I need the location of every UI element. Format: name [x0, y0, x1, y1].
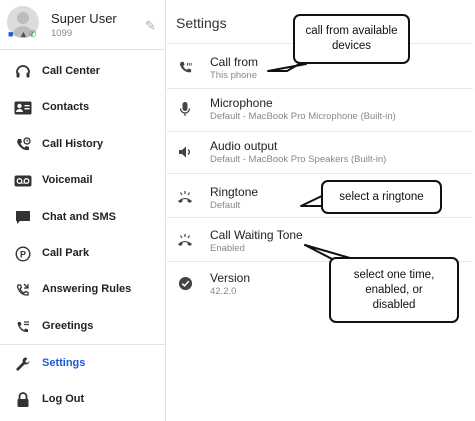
setting-title: Audio output — [210, 139, 278, 153]
phone-icon — [176, 58, 194, 76]
setting-title: Microphone — [210, 96, 273, 110]
setting-title: Version — [210, 271, 251, 285]
sidebar-divider — [0, 344, 166, 345]
sidebar-item-label: Settings — [42, 357, 86, 369]
pencil-icon[interactable]: ✎ — [145, 19, 156, 32]
setting-value: Default - MacBook Pro Microphone (Built-… — [210, 111, 396, 122]
callout-call-from: call from available devices — [293, 14, 410, 64]
sidebar-item-call-center[interactable]: Call Center — [0, 54, 166, 90]
sidebar-item-log-out[interactable]: Log Out — [0, 382, 166, 418]
sidebar-item-label: Voicemail — [42, 174, 93, 187]
setting-call-waiting-tone[interactable]: Call Waiting Tone Enabled — [167, 218, 473, 262]
user-status-icon: ▲ — [19, 29, 28, 39]
callout-waiting-tone: select one time, enabled, or disabled — [329, 257, 459, 323]
svg-text:P: P — [20, 249, 26, 259]
parking-icon: P — [14, 245, 32, 263]
sidebar-item-chat-sms[interactable]: Chat and SMS — [0, 200, 166, 236]
sidebar-item-label: Answering Rules — [42, 283, 132, 296]
setting-value: 42.2.0 — [210, 286, 237, 297]
sidebar-item-label: Log Out — [42, 393, 85, 406]
sidebar-nav: Call Center Contacts Call History Voicem… — [0, 54, 166, 345]
sidebar-item-contacts[interactable]: Contacts — [0, 90, 166, 126]
speaker-icon — [176, 143, 194, 161]
chat-icon — [14, 209, 32, 227]
sidebar-item-call-park[interactable]: P Call Park — [0, 236, 166, 272]
ringing-phone-icon — [176, 188, 194, 206]
setting-microphone[interactable]: Microphone Default - MacBook Pro Microph… — [167, 89, 473, 132]
callout-ringtone: select a ringtone — [321, 180, 442, 214]
presence-icons: ■ ▲ ✆ — [8, 28, 40, 40]
sidebar-item-label: Call History — [42, 137, 104, 150]
microphone-icon — [176, 100, 194, 118]
sidebar-item-greetings[interactable]: Greetings — [0, 309, 166, 345]
setting-value: Enabled — [210, 243, 245, 254]
profile-name: Super User — [51, 11, 117, 26]
user-profile[interactable]: ■ ▲ ✆ Super User 1099 ✎ — [0, 0, 166, 50]
sidebar-item-answering-rules[interactable]: Answering Rules — [0, 272, 166, 308]
greetings-icon — [14, 318, 32, 336]
profile-extension: 1099 — [51, 28, 73, 39]
setting-title: Call Waiting Tone — [210, 228, 303, 242]
sidebar-item-label: Contacts — [42, 101, 90, 114]
setting-title: Call from — [210, 55, 259, 69]
sidebar-nav-bottom: Settings Log Out — [0, 346, 166, 419]
setting-title: Ringtone — [210, 185, 259, 199]
voicemail-icon — [14, 172, 32, 190]
call-history-icon — [14, 136, 32, 154]
check-circle-icon — [176, 274, 194, 292]
headset-icon — [14, 63, 32, 81]
sidebar-item-label: Chat and SMS — [42, 210, 116, 223]
setting-value: Default — [210, 200, 241, 211]
setting-audio-output[interactable]: Audio output Default - MacBook Pro Speak… — [167, 132, 473, 174]
sidebar-item-label: Call Park — [42, 246, 90, 259]
contact-card-icon — [14, 99, 32, 117]
sidebar-item-label: Greetings — [42, 319, 94, 332]
phone-status-icon: ✆ — [29, 29, 37, 39]
lock-icon — [14, 391, 32, 409]
sidebar-item-label: Call Center — [42, 65, 101, 77]
answering-rules-icon — [14, 281, 32, 299]
page-title: Settings — [176, 15, 227, 31]
sidebar-item-call-history[interactable]: Call History — [0, 127, 166, 163]
setting-value: This phone — [210, 70, 258, 81]
sidebar: ■ ▲ ✆ Super User 1099 ✎ Call Center Cont… — [0, 0, 166, 421]
setting-value: Default - MacBook Pro Speakers (Built-in… — [210, 154, 387, 165]
ringing-phone-icon — [176, 231, 194, 249]
chat-status-icon: ■ — [8, 29, 14, 39]
wrench-icon — [14, 355, 32, 373]
sidebar-item-settings[interactable]: Settings — [0, 346, 166, 382]
sidebar-item-voicemail[interactable]: Voicemail — [0, 163, 166, 199]
